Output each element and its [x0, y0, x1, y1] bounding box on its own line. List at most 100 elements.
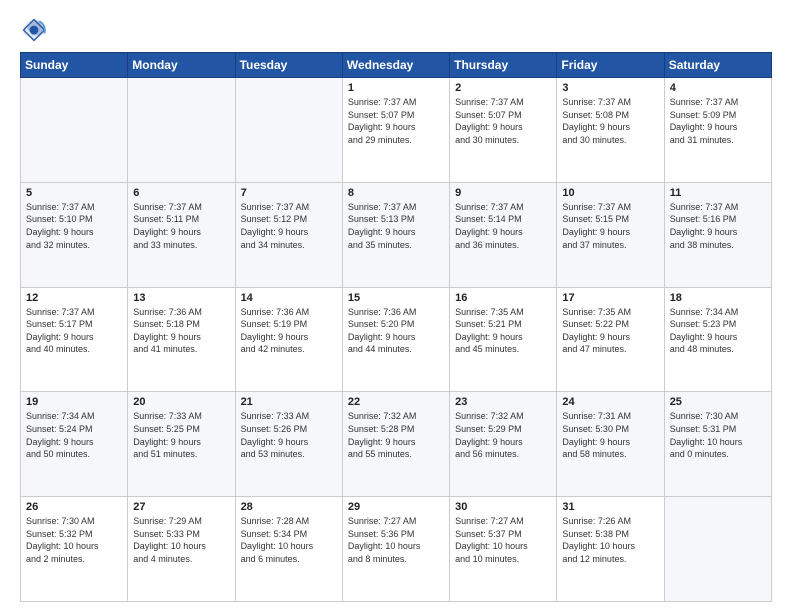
- day-number: 1: [348, 82, 444, 94]
- day-info: Sunrise: 7:34 AM Sunset: 5:23 PM Dayligh…: [670, 306, 766, 356]
- calendar-cell: 25 Sunrise: 7:30 AM Sunset: 5:31 PM Dayli…: [664, 392, 771, 497]
- day-info: Sunrise: 7:27 AM Sunset: 5:37 PM Dayligh…: [455, 515, 551, 565]
- day-info: Sunrise: 7:37 AM Sunset: 5:15 PM Dayligh…: [562, 201, 658, 251]
- calendar-cell: 6 Sunrise: 7:37 AM Sunset: 5:11 PM Daylig…: [128, 182, 235, 287]
- calendar-cell: 18Sunrise: 7:34 AM Sunset: 5:23 PM Dayli…: [664, 287, 771, 392]
- day-number: 16: [455, 292, 551, 304]
- calendar-week-5: 26Sunrise: 7:30 AM Sunset: 5:32 PM Dayli…: [21, 497, 772, 602]
- calendar-cell: 12 Sunrise: 7:37 AM Sunset: 5:17 PM Dayli…: [21, 287, 128, 392]
- calendar-cell: 26Sunrise: 7:30 AM Sunset: 5:32 PM Dayli…: [21, 497, 128, 602]
- calendar-cell: 15 Sunrise: 7:36 AM Sunset: 5:20 PM Dayli…: [342, 287, 449, 392]
- calendar-cell: 28 Sunrise: 7:28 AM Sunset: 5:34 PM Dayli…: [235, 497, 342, 602]
- day-info: Sunrise: 7:36 AM Sunset: 5:19 PM Dayligh…: [241, 306, 337, 356]
- day-number: 9: [455, 187, 551, 199]
- day-number: 2: [455, 82, 551, 94]
- calendar-week-4: 19Sunrise: 7:34 AM Sunset: 5:24 PM Dayli…: [21, 392, 772, 497]
- calendar-cell: [235, 78, 342, 183]
- calendar-cell: 27 Sunrise: 7:29 AM Sunset: 5:33 PM Dayli…: [128, 497, 235, 602]
- calendar-cell: 10 Sunrise: 7:37 AM Sunset: 5:15 PM Dayli…: [557, 182, 664, 287]
- calendar-cell: 20 Sunrise: 7:33 AM Sunset: 5:25 PM Dayli…: [128, 392, 235, 497]
- day-info: Sunrise: 7:31 AM Sunset: 5:30 PM Dayligh…: [562, 410, 658, 460]
- calendar-cell: 1 Sunrise: 7:37 AM Sunset: 5:07 PM Daylig…: [342, 78, 449, 183]
- day-info: Sunrise: 7:37 AM Sunset: 5:08 PM Dayligh…: [562, 96, 658, 146]
- calendar-cell: 9 Sunrise: 7:37 AM Sunset: 5:14 PM Daylig…: [450, 182, 557, 287]
- day-info: Sunrise: 7:30 AM Sunset: 5:32 PM Dayligh…: [26, 515, 122, 565]
- day-number: 22: [348, 396, 444, 408]
- header: [20, 16, 772, 44]
- calendar-cell: 11Sunrise: 7:37 AM Sunset: 5:16 PM Dayli…: [664, 182, 771, 287]
- calendar-cell: 24 Sunrise: 7:31 AM Sunset: 5:30 PM Dayli…: [557, 392, 664, 497]
- day-info: Sunrise: 7:29 AM Sunset: 5:33 PM Dayligh…: [133, 515, 229, 565]
- weekday-header-saturday: Saturday: [664, 53, 771, 78]
- day-number: 7: [241, 187, 337, 199]
- weekday-header-thursday: Thursday: [450, 53, 557, 78]
- day-number: 20: [133, 396, 229, 408]
- day-info: Sunrise: 7:37 AM Sunset: 5:17 PM Dayligh…: [26, 306, 122, 356]
- day-number: 30: [455, 501, 551, 513]
- day-number: 29: [348, 501, 444, 513]
- calendar-cell: [21, 78, 128, 183]
- day-info: Sunrise: 7:37 AM Sunset: 5:09 PM Dayligh…: [670, 96, 766, 146]
- calendar-cell: 29 Sunrise: 7:27 AM Sunset: 5:36 PM Dayli…: [342, 497, 449, 602]
- day-number: 15: [348, 292, 444, 304]
- calendar-cell: 23Sunrise: 7:32 AM Sunset: 5:29 PM Dayli…: [450, 392, 557, 497]
- day-info: Sunrise: 7:27 AM Sunset: 5:36 PM Dayligh…: [348, 515, 444, 565]
- day-info: Sunrise: 7:37 AM Sunset: 5:11 PM Dayligh…: [133, 201, 229, 251]
- day-info: Sunrise: 7:36 AM Sunset: 5:18 PM Dayligh…: [133, 306, 229, 356]
- calendar-cell: 30 Sunrise: 7:27 AM Sunset: 5:37 PM Dayli…: [450, 497, 557, 602]
- day-info: Sunrise: 7:30 AM Sunset: 5:31 PM Dayligh…: [670, 410, 766, 460]
- calendar-cell: 3 Sunrise: 7:37 AM Sunset: 5:08 PM Daylig…: [557, 78, 664, 183]
- day-number: 25: [670, 396, 766, 408]
- calendar-cell: 19Sunrise: 7:34 AM Sunset: 5:24 PM Dayli…: [21, 392, 128, 497]
- logo-icon: [20, 16, 48, 44]
- day-number: 4: [670, 82, 766, 94]
- day-number: 12: [26, 292, 122, 304]
- calendar-table: SundayMondayTuesdayWednesdayThursdayFrid…: [20, 52, 772, 602]
- weekday-header-sunday: Sunday: [21, 53, 128, 78]
- calendar-cell: [664, 497, 771, 602]
- day-info: Sunrise: 7:26 AM Sunset: 5:38 PM Dayligh…: [562, 515, 658, 565]
- logo: [20, 16, 52, 44]
- day-info: Sunrise: 7:32 AM Sunset: 5:29 PM Dayligh…: [455, 410, 551, 460]
- day-info: Sunrise: 7:33 AM Sunset: 5:26 PM Dayligh…: [241, 410, 337, 460]
- day-info: Sunrise: 7:37 AM Sunset: 5:07 PM Dayligh…: [348, 96, 444, 146]
- day-info: Sunrise: 7:37 AM Sunset: 5:07 PM Dayligh…: [455, 96, 551, 146]
- calendar-week-3: 12 Sunrise: 7:37 AM Sunset: 5:17 PM Dayli…: [21, 287, 772, 392]
- day-info: Sunrise: 7:37 AM Sunset: 5:13 PM Dayligh…: [348, 201, 444, 251]
- calendar-cell: 17Sunrise: 7:35 AM Sunset: 5:22 PM Dayli…: [557, 287, 664, 392]
- weekday-header-tuesday: Tuesday: [235, 53, 342, 78]
- weekday-header-wednesday: Wednesday: [342, 53, 449, 78]
- calendar-cell: 16Sunrise: 7:35 AM Sunset: 5:21 PM Dayli…: [450, 287, 557, 392]
- calendar-cell: 8 Sunrise: 7:37 AM Sunset: 5:13 PM Daylig…: [342, 182, 449, 287]
- calendar-cell: 14 Sunrise: 7:36 AM Sunset: 5:19 PM Dayli…: [235, 287, 342, 392]
- calendar-week-1: 1 Sunrise: 7:37 AM Sunset: 5:07 PM Daylig…: [21, 78, 772, 183]
- day-info: Sunrise: 7:37 AM Sunset: 5:12 PM Dayligh…: [241, 201, 337, 251]
- day-number: 21: [241, 396, 337, 408]
- calendar-cell: 5 Sunrise: 7:37 AM Sunset: 5:10 PM Daylig…: [21, 182, 128, 287]
- day-number: 31: [562, 501, 658, 513]
- day-number: 6: [133, 187, 229, 199]
- day-number: 8: [348, 187, 444, 199]
- calendar-cell: 31 Sunrise: 7:26 AM Sunset: 5:38 PM Dayli…: [557, 497, 664, 602]
- day-info: Sunrise: 7:28 AM Sunset: 5:34 PM Dayligh…: [241, 515, 337, 565]
- calendar-header-row: SundayMondayTuesdayWednesdayThursdayFrid…: [21, 53, 772, 78]
- day-number: 3: [562, 82, 658, 94]
- calendar-cell: 22Sunrise: 7:32 AM Sunset: 5:28 PM Dayli…: [342, 392, 449, 497]
- day-number: 27: [133, 501, 229, 513]
- weekday-header-friday: Friday: [557, 53, 664, 78]
- day-number: 28: [241, 501, 337, 513]
- day-number: 13: [133, 292, 229, 304]
- calendar-page: SundayMondayTuesdayWednesdayThursdayFrid…: [0, 0, 792, 612]
- day-number: 24: [562, 396, 658, 408]
- day-info: Sunrise: 7:37 AM Sunset: 5:14 PM Dayligh…: [455, 201, 551, 251]
- day-info: Sunrise: 7:33 AM Sunset: 5:25 PM Dayligh…: [133, 410, 229, 460]
- calendar-cell: 4 Sunrise: 7:37 AM Sunset: 5:09 PM Daylig…: [664, 78, 771, 183]
- day-number: 5: [26, 187, 122, 199]
- day-info: Sunrise: 7:36 AM Sunset: 5:20 PM Dayligh…: [348, 306, 444, 356]
- calendar-cell: 13 Sunrise: 7:36 AM Sunset: 5:18 PM Dayli…: [128, 287, 235, 392]
- calendar-cell: 21 Sunrise: 7:33 AM Sunset: 5:26 PM Dayli…: [235, 392, 342, 497]
- day-number: 14: [241, 292, 337, 304]
- day-number: 17: [562, 292, 658, 304]
- day-number: 10: [562, 187, 658, 199]
- day-info: Sunrise: 7:37 AM Sunset: 5:10 PM Dayligh…: [26, 201, 122, 251]
